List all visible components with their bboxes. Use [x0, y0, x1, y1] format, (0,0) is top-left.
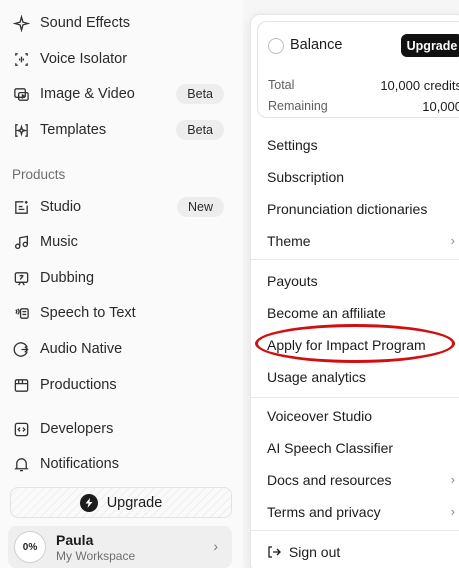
- dubbing-icon: [12, 269, 30, 287]
- upgrade-label: Upgrade: [106, 494, 163, 511]
- nav-label: Sound Effects: [40, 15, 131, 31]
- nav-label: Audio Native: [40, 341, 123, 357]
- usage-percent-badge: 0%: [14, 531, 46, 563]
- menu-become-affiliate[interactable]: Become an affiliate: [267, 303, 459, 323]
- nav-label: Music: [40, 234, 78, 250]
- menu-theme-label: Theme: [267, 233, 311, 249]
- speech-to-text-icon: [12, 304, 30, 322]
- menu-docs-resources[interactable]: Docs and resources ›: [267, 470, 459, 490]
- nav-label: Studio: [40, 199, 82, 215]
- menu-ai-speech-classifier[interactable]: AI Speech Classifier: [267, 438, 459, 458]
- sidebar-upgrade-button[interactable]: Upgrade: [10, 487, 232, 518]
- menu-voiceover-studio[interactable]: Voiceover Studio: [267, 406, 459, 426]
- image-video-icon: [12, 85, 30, 103]
- products-section-label: Products: [12, 167, 66, 182]
- nav-label: Productions: [40, 377, 117, 393]
- chevron-right-icon: ›: [450, 504, 455, 519]
- nav-label: Notifications: [40, 456, 119, 472]
- account-menu: Balance Upgrade Total 10,000 credits Rem…: [250, 14, 459, 568]
- lightning-icon: [79, 493, 98, 512]
- remaining-label: Remaining: [268, 99, 328, 113]
- nav-label: Image & Video: [40, 86, 135, 102]
- nav-label: Developers: [40, 421, 114, 437]
- nav-audio-native[interactable]: Audio Native: [6, 334, 230, 364]
- user-name: Paula: [56, 531, 94, 548]
- templates-icon: [12, 121, 30, 139]
- menu-subscription[interactable]: Subscription: [267, 167, 459, 187]
- voice-isolator-icon: [12, 50, 30, 68]
- sparkle-icon: [12, 14, 30, 32]
- new-badge: New: [176, 197, 224, 217]
- total-credits-row: Total 10,000 credits: [268, 78, 459, 93]
- total-value: 10,000 credits: [380, 78, 459, 93]
- menu-terms-privacy[interactable]: Terms and privacy ›: [267, 502, 459, 522]
- menu-sign-out[interactable]: Sign out: [267, 542, 459, 562]
- balance-card: Balance Upgrade Total 10,000 credits Rem…: [257, 21, 459, 118]
- remaining-credits-row: Remaining 10,000: [268, 99, 459, 114]
- user-account-button[interactable]: 0% Paula My Workspace ›: [8, 526, 232, 568]
- nav-label: Voice Isolator: [40, 51, 128, 67]
- sign-out-label: Sign out: [288, 544, 341, 560]
- menu-divider: [251, 530, 459, 531]
- beta-badge: Beta: [176, 120, 224, 140]
- nav-developers[interactable]: Developers: [6, 414, 230, 444]
- menu-divider: [251, 397, 459, 398]
- nav-label: Dubbing: [40, 270, 95, 286]
- beta-badge: Beta: [176, 84, 224, 104]
- nav-sound-effects[interactable]: Sound Effects: [6, 8, 230, 38]
- menu-docs-label: Docs and resources: [267, 472, 392, 488]
- sign-out-icon: [267, 542, 285, 562]
- nav-dubbing[interactable]: Dubbing: [6, 263, 230, 293]
- chevron-right-icon: ›: [450, 233, 455, 248]
- nav-productions[interactable]: Productions: [6, 370, 230, 400]
- remaining-value: 10,000: [422, 99, 459, 114]
- nav-notifications[interactable]: Notifications: [6, 449, 230, 479]
- audio-native-icon: [12, 340, 30, 358]
- menu-payouts[interactable]: Payouts: [267, 271, 459, 291]
- nav-voice-isolator[interactable]: Voice Isolator: [6, 44, 230, 74]
- menu-settings[interactable]: Settings: [267, 135, 459, 155]
- user-info: Paula My Workspace: [56, 532, 135, 563]
- sidebar: Sound Effects Voice Isolator Image & Vid…: [0, 0, 243, 568]
- code-icon: [12, 420, 30, 438]
- balance-radio-icon: [268, 38, 284, 54]
- highlight-ellipse: [255, 324, 455, 363]
- nav-label: Templates: [40, 122, 107, 138]
- workspace-name: My Workspace: [56, 548, 136, 563]
- nav-label: Speech to Text: [40, 305, 136, 321]
- menu-divider: [251, 259, 459, 260]
- bell-icon: [12, 455, 30, 473]
- total-label: Total: [268, 78, 295, 92]
- nav-music[interactable]: Music: [6, 227, 230, 257]
- nav-studio[interactable]: Studio New: [6, 192, 230, 222]
- studio-icon: [12, 198, 30, 216]
- menu-usage-analytics[interactable]: Usage analytics: [267, 367, 459, 387]
- menu-theme[interactable]: Theme ›: [267, 231, 459, 251]
- chevron-right-icon: ›: [450, 472, 455, 487]
- nav-speech-to-text[interactable]: Speech to Text: [6, 298, 230, 328]
- menu-pronunciation-dictionaries[interactable]: Pronunciation dictionaries: [267, 199, 459, 219]
- menu-terms-label: Terms and privacy: [267, 504, 381, 520]
- chevron-right-icon: ›: [213, 538, 218, 554]
- productions-icon: [12, 376, 30, 394]
- music-icon: [12, 233, 30, 251]
- nav-image-video[interactable]: Image & Video Beta: [6, 79, 230, 109]
- balance-upgrade-button[interactable]: Upgrade: [401, 34, 459, 57]
- balance-title: Balance: [290, 37, 343, 53]
- nav-templates[interactable]: Templates Beta: [6, 115, 230, 145]
